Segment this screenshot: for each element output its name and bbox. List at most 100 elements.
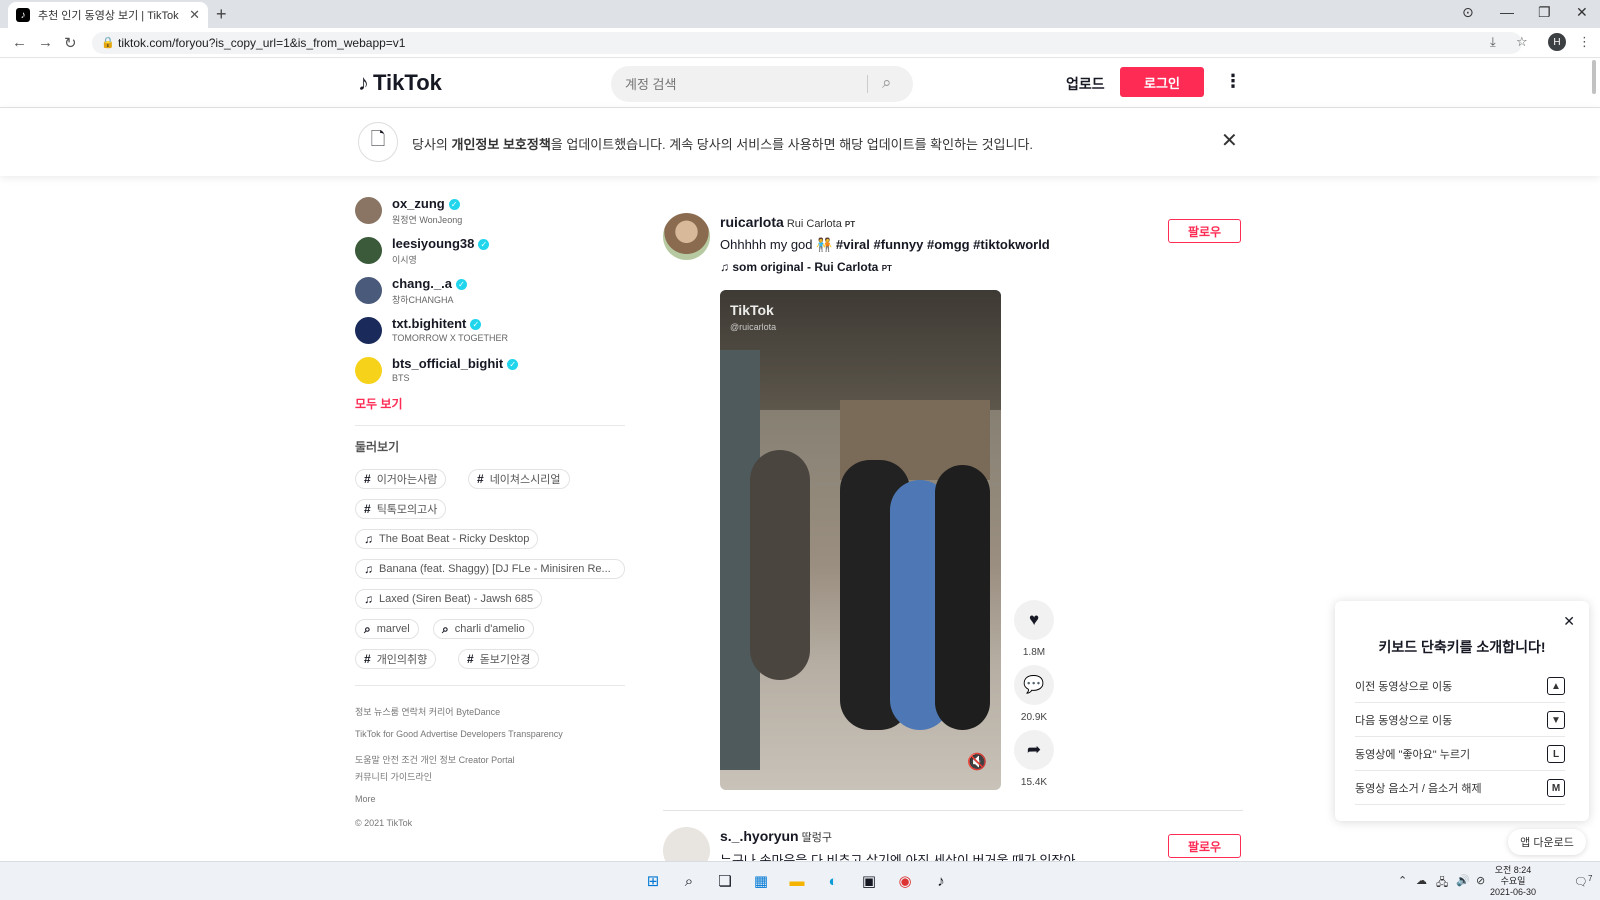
discover-music-tag[interactable]: ♫ The Boat Beat - Ricky Desktop bbox=[355, 529, 539, 549]
policy-banner: 🗋 당사의 개인정보 보호정책을 업데이트했습니다. 계속 당사의 서비스를 사… bbox=[0, 108, 1600, 176]
reload-icon[interactable]: ↻ bbox=[64, 34, 77, 52]
notification-icon[interactable]: 🗨7 bbox=[1574, 874, 1592, 889]
file-explorer-icon[interactable]: ▬ bbox=[786, 870, 808, 892]
close-icon[interactable]: ✕ bbox=[1563, 613, 1575, 630]
onedrive-icon[interactable]: ☁ bbox=[1416, 874, 1427, 887]
more-menu-icon[interactable]: ⋮ bbox=[1224, 71, 1242, 92]
verified-icon: ✓ bbox=[470, 319, 482, 330]
forward-icon[interactable]: → bbox=[38, 34, 53, 51]
browser-tab[interactable]: ♪ 추천 인기 동영상 보기 | TikTok ✕ bbox=[8, 2, 208, 28]
video-watermark: TikTok bbox=[730, 302, 774, 318]
site-header: ♪ TikTok ⌕ 업로드 로그인 ⋮ bbox=[0, 58, 1600, 108]
suggested-account[interactable]: txt.bighitent ✓ TOMORROW X TOGETHER bbox=[355, 314, 625, 348]
share-action[interactable]: ➦ 15.4K bbox=[1014, 730, 1054, 788]
profile-avatar[interactable]: H bbox=[1548, 33, 1566, 51]
footer-links[interactable]: 정보 뉴스룸 연락처 커리어 ByteDance bbox=[355, 705, 500, 718]
post-author[interactable]: s._.hyoryun 딸렁구 bbox=[720, 828, 832, 845]
avatar[interactable] bbox=[663, 827, 710, 862]
new-tab-button[interactable]: + bbox=[216, 4, 227, 25]
discover-tag[interactable]: # 개인의취향 bbox=[355, 649, 437, 669]
suggested-account[interactable]: leesiyoung38 ✓ 이시영 bbox=[355, 234, 625, 268]
login-button[interactable]: 로그인 bbox=[1120, 67, 1204, 97]
follow-button[interactable]: 팔로우 bbox=[1168, 834, 1241, 858]
search-icon[interactable]: ⌕ bbox=[882, 73, 892, 93]
banner-close-icon[interactable]: ✕ bbox=[1221, 128, 1238, 153]
post-music[interactable]: ♫ som original - Rui Carlota PT bbox=[720, 260, 892, 274]
footer-links[interactable]: 도움말 안전 조건 개인 정보 Creator Portal bbox=[355, 753, 515, 766]
tab-title: 추천 인기 동영상 보기 | TikTok bbox=[38, 10, 179, 22]
verified-icon: ✓ bbox=[507, 359, 519, 370]
discover-music-tag[interactable]: ♫ Laxed (Siren Beat) - Jawsh 685 bbox=[355, 589, 543, 609]
key-l-icon: L bbox=[1547, 745, 1565, 763]
comment-icon[interactable]: 💬 bbox=[1014, 665, 1054, 705]
address-bar[interactable]: 🔒 tiktok.com/foryou?is_copy_url=1&is_fro… bbox=[92, 32, 1522, 54]
discover-search-tag[interactable]: ⌕ marvel bbox=[355, 619, 419, 639]
suggested-account[interactable]: ox_zung ✓ 원정연 WonJeong bbox=[355, 194, 625, 228]
avatar[interactable] bbox=[663, 213, 710, 260]
privacy-policy-link[interactable]: 개인정보 보호정책 bbox=[452, 137, 551, 152]
discover-tag[interactable]: # 틱톡모의고사 bbox=[355, 499, 447, 519]
shortcuts-title: 키보드 단축키를 소개합니다! bbox=[1378, 639, 1546, 655]
back-icon[interactable]: ← bbox=[12, 34, 27, 51]
tab-search-icon[interactable]: ⊙ bbox=[1462, 4, 1474, 21]
install-app-icon[interactable]: ⤓ bbox=[1490, 34, 1496, 50]
lock-icon[interactable]: 🔒 bbox=[101, 32, 115, 54]
search-icon[interactable]: ⌕ bbox=[678, 870, 700, 892]
comment-action[interactable]: 💬 20.9K bbox=[1014, 665, 1054, 723]
video-post: s._.hyoryun 딸렁구 누구나 속마음을 다 비추고 살기엔 아직 세상이… bbox=[663, 822, 1243, 862]
network-icon[interactable]: 🖧 bbox=[1436, 874, 1448, 893]
discover-music-tag[interactable]: ♫ Banana (feat. Shaggy) [DJ FLe - Minisir… bbox=[355, 559, 625, 579]
bookmark-star-icon[interactable]: ☆ bbox=[1516, 34, 1528, 50]
discover-tag[interactable]: # 네이쳐스시리얼 bbox=[468, 469, 570, 489]
upload-link[interactable]: 업로드 bbox=[1066, 74, 1105, 94]
mic-off-icon[interactable]: ⊘ bbox=[1476, 874, 1485, 887]
scrollbar[interactable] bbox=[1592, 60, 1596, 94]
windows-start-icon[interactable]: ⊞ bbox=[642, 870, 664, 892]
tiktok-app-icon[interactable]: ♪ bbox=[930, 870, 952, 892]
suggested-account[interactable]: chang._.a ✓ 창하CHANGHA bbox=[355, 274, 625, 308]
divider bbox=[355, 685, 625, 686]
minimize-button[interactable]: — bbox=[1500, 4, 1514, 20]
shortcut-row: 동영상에 "좋아요" 누르기 L bbox=[1355, 737, 1565, 771]
edge-icon[interactable]: ◐ bbox=[822, 870, 844, 892]
avatar bbox=[355, 237, 382, 264]
divider bbox=[355, 425, 625, 426]
share-icon[interactable]: ➦ bbox=[1014, 730, 1054, 770]
follow-button[interactable]: 팔로우 bbox=[1168, 219, 1241, 243]
music-note-icon: ♫ bbox=[720, 260, 729, 274]
discover-tag[interactable]: # 돋보기안경 bbox=[458, 649, 540, 669]
search-box: ⌕ bbox=[611, 66, 913, 102]
heart-icon[interactable]: ♥ bbox=[1014, 600, 1054, 640]
store-icon[interactable]: ▣ bbox=[858, 870, 880, 892]
restore-button[interactable]: ❐ bbox=[1538, 4, 1551, 21]
close-window-button[interactable]: ✕ bbox=[1576, 4, 1588, 21]
hashtags[interactable]: #viral #funnyy #omgg #tiktokworld bbox=[836, 237, 1050, 252]
browser-tab-strip: ♪ 추천 인기 동영상 보기 | TikTok ✕ + ⊙ — ❐ ✕ bbox=[0, 0, 1600, 28]
show-hidden-icons[interactable]: ⌃ bbox=[1398, 874, 1407, 887]
post-divider bbox=[663, 810, 1243, 811]
search-input[interactable] bbox=[625, 74, 855, 94]
discover-tag[interactable]: # 이거아는사람 bbox=[355, 469, 447, 489]
widgets-icon[interactable]: ▦ bbox=[750, 870, 772, 892]
close-tab-icon[interactable]: ✕ bbox=[189, 7, 200, 23]
video-scene-figure bbox=[935, 465, 990, 730]
app-download-button[interactable]: 앱 다운로드 bbox=[1508, 829, 1586, 855]
system-clock[interactable]: 오전 8:24 수요일 2021-06-30 bbox=[1490, 865, 1536, 898]
footer-links[interactable]: 커뮤니티 가이드라인 bbox=[355, 770, 432, 783]
suggested-account[interactable]: bts_official_bighit ✓ BTS bbox=[355, 354, 625, 388]
post-author[interactable]: ruicarlota Rui Carlota PT bbox=[720, 214, 855, 230]
discover-title: 둘러보기 bbox=[355, 440, 400, 454]
footer-links[interactable]: TikTok for Good Advertise Developers Tra… bbox=[355, 729, 563, 739]
tiktok-logo[interactable]: ♪ TikTok bbox=[358, 70, 442, 96]
task-view-icon[interactable]: ❏ bbox=[714, 870, 736, 892]
see-all-link[interactable]: 모두 보기 bbox=[355, 395, 403, 412]
chrome-icon[interactable]: ◉ bbox=[894, 870, 916, 892]
more-link[interactable]: More bbox=[355, 794, 376, 804]
discover-search-tag[interactable]: ⌕ charli d'amelio bbox=[433, 619, 534, 639]
volume-icon[interactable]: 🔊 bbox=[1456, 874, 1470, 887]
video-player[interactable]: TikTok @ruicarlota 🔇 bbox=[720, 290, 1001, 790]
like-action[interactable]: ♥ 1.8M bbox=[1014, 600, 1054, 658]
browser-menu-icon[interactable]: ⋮ bbox=[1578, 34, 1591, 50]
mute-icon[interactable]: 🔇 bbox=[967, 752, 987, 772]
banner-message: 당사의 개인정보 보호정책을 업데이트했습니다. 계속 당사의 서비스를 사용하… bbox=[412, 137, 1034, 152]
